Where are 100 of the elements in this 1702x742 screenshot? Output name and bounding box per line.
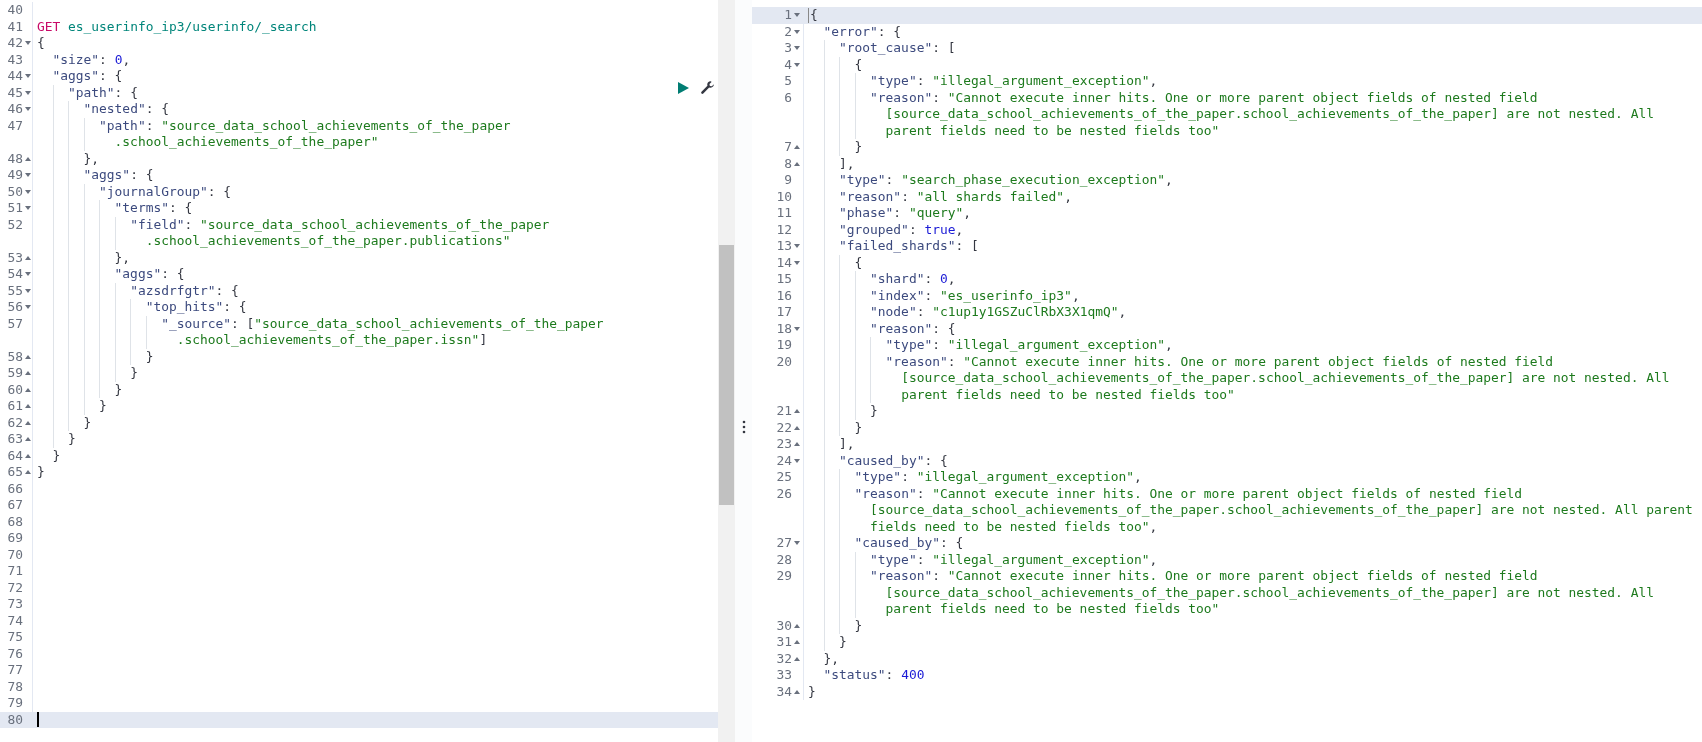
fold-arrow-icon[interactable] [793, 29, 800, 34]
fold-arrow-icon[interactable] [24, 404, 31, 409]
fold-arrow-icon[interactable] [793, 145, 800, 150]
code-line: "type": "illegal_argument_exception", [854, 469, 1142, 486]
fold-arrow-icon[interactable] [24, 420, 31, 425]
fold-arrow-icon[interactable] [793, 260, 800, 265]
code-line: parent fields need to be nested fields too" [901, 386, 1235, 403]
fold-arrow-icon[interactable] [793, 442, 800, 447]
code-line: ], [839, 155, 855, 172]
wrench-icon[interactable] [700, 80, 715, 95]
fold-arrow-icon[interactable] [793, 13, 800, 18]
line-number: 30 [776, 617, 792, 634]
fold-arrow-icon[interactable] [793, 409, 800, 414]
fold-arrow-icon[interactable] [24, 41, 31, 46]
code-line: } [37, 464, 45, 481]
line-number: 21 [776, 403, 792, 420]
fold-arrow-icon[interactable] [793, 425, 800, 430]
fold-arrow-icon[interactable] [24, 371, 31, 376]
fold-arrow-icon[interactable] [24, 173, 31, 178]
fold-arrow-icon[interactable] [793, 689, 800, 694]
line-number: 3 [784, 40, 792, 57]
fold-arrow-icon[interactable] [24, 90, 31, 95]
fold-arrow-icon[interactable] [793, 623, 800, 628]
fold-arrow-icon[interactable] [24, 387, 31, 392]
resize-handle-icon[interactable] [741, 420, 746, 434]
line-number: 58 [7, 348, 23, 365]
fold-arrow-icon[interactable] [793, 326, 800, 331]
line-number: 54 [7, 266, 23, 283]
line-number: 51 [7, 200, 23, 217]
fold-arrow-icon[interactable] [24, 107, 31, 112]
fold-arrow-icon[interactable] [793, 62, 800, 67]
scrollbar-thumb[interactable] [719, 245, 734, 505]
line-number: 62 [7, 414, 23, 431]
fold-arrow-icon[interactable] [24, 305, 31, 310]
fold-arrow-icon[interactable] [24, 74, 31, 79]
line-number: 15 [776, 271, 792, 288]
line-number: 66 [7, 480, 23, 497]
line-number: 52 [7, 216, 23, 233]
fold-arrow-icon[interactable] [24, 206, 31, 211]
line-number: 50 [7, 183, 23, 200]
line-number: 24 [776, 452, 792, 469]
code-line: "terms": { [114, 200, 193, 217]
code-line: [source_data_school_achievements_of_the_paper.school_achievements_of_the_paper] are not nested. All [885, 584, 1654, 601]
line-number: 1 [784, 7, 792, 24]
code-line: "azsdrfgtr": { [130, 282, 239, 299]
line-number: 42 [7, 35, 23, 52]
line-number: 80 [7, 711, 23, 728]
line-number: 47 [7, 117, 23, 134]
line-number: 70 [7, 546, 23, 563]
line-number: 45 [7, 84, 23, 101]
fold-arrow-icon[interactable] [793, 46, 800, 51]
code-line: } [854, 419, 863, 436]
fold-arrow-icon[interactable] [24, 288, 31, 293]
fold-arrow-icon[interactable] [793, 541, 800, 546]
code-line: "caused_by": { [839, 452, 948, 469]
fold-arrow-icon[interactable] [793, 244, 800, 249]
line-number: 61 [7, 398, 23, 415]
code-line: .school_achievements_of_the_paper.issn"] [176, 332, 488, 349]
fold-arrow-icon[interactable] [24, 470, 31, 475]
code-line: }, [114, 249, 131, 266]
line-number: 5 [784, 73, 792, 90]
fold-arrow-icon[interactable] [793, 640, 800, 645]
line-number: 19 [776, 337, 792, 354]
line-number: 6 [784, 89, 792, 106]
code-line: parent fields need to be nested fields too" [885, 601, 1220, 618]
code-line: } [854, 617, 863, 634]
play-icon[interactable] [676, 80, 690, 95]
code-line: [source_data_school_achievements_of_the_paper.school_achievements_of_the_paper] are not nested. All [885, 106, 1654, 123]
fold-arrow-icon[interactable] [24, 189, 31, 194]
code-line: "reason": "Cannot execute inner hits. One or more parent object fields of nested field [870, 568, 1538, 585]
fold-arrow-icon[interactable] [793, 161, 800, 166]
line-number: 8 [784, 155, 792, 172]
code-line: fields need to be nested fields too", [870, 518, 1158, 535]
line-number: 56 [7, 299, 23, 316]
line-number: 23 [776, 436, 792, 453]
line-number: 12 [776, 221, 792, 238]
fold-arrow-icon[interactable] [793, 656, 800, 661]
line-number: 14 [776, 254, 792, 271]
code-line: "reason": "Cannot execute inner hits. One or more parent object fields of nested field [854, 485, 1522, 502]
fold-arrow-icon[interactable] [24, 437, 31, 442]
line-number: 27 [776, 535, 792, 552]
code-line: { [854, 56, 863, 73]
fold-arrow-icon[interactable] [24, 255, 31, 260]
fold-arrow-icon[interactable] [24, 156, 31, 161]
line-number: 64 [7, 447, 23, 464]
code-line: "phase": "query", [839, 205, 971, 222]
line-number: 31 [776, 634, 792, 651]
fold-arrow-icon[interactable] [24, 272, 31, 277]
fold-arrow-icon[interactable] [793, 458, 800, 463]
line-number: 65 [7, 464, 23, 481]
line-number: 18 [776, 320, 792, 337]
line-number: 53 [7, 249, 23, 266]
line-number: 63 [7, 431, 23, 448]
code-line: [source_data_school_achievements_of_the_paper.school_achievements_of_the_paper] are not nested. All parent [870, 502, 1693, 519]
line-number: 7 [784, 139, 792, 156]
scrollbar[interactable] [718, 0, 735, 742]
fold-arrow-icon[interactable] [24, 453, 31, 458]
code-line: "reason": "Cannot execute inner hits. One or more parent object fields of nested field [885, 353, 1554, 370]
code-line: "_source": ["source_data_school_achievements_of_the_paper [161, 315, 604, 332]
fold-arrow-icon[interactable] [24, 354, 31, 359]
